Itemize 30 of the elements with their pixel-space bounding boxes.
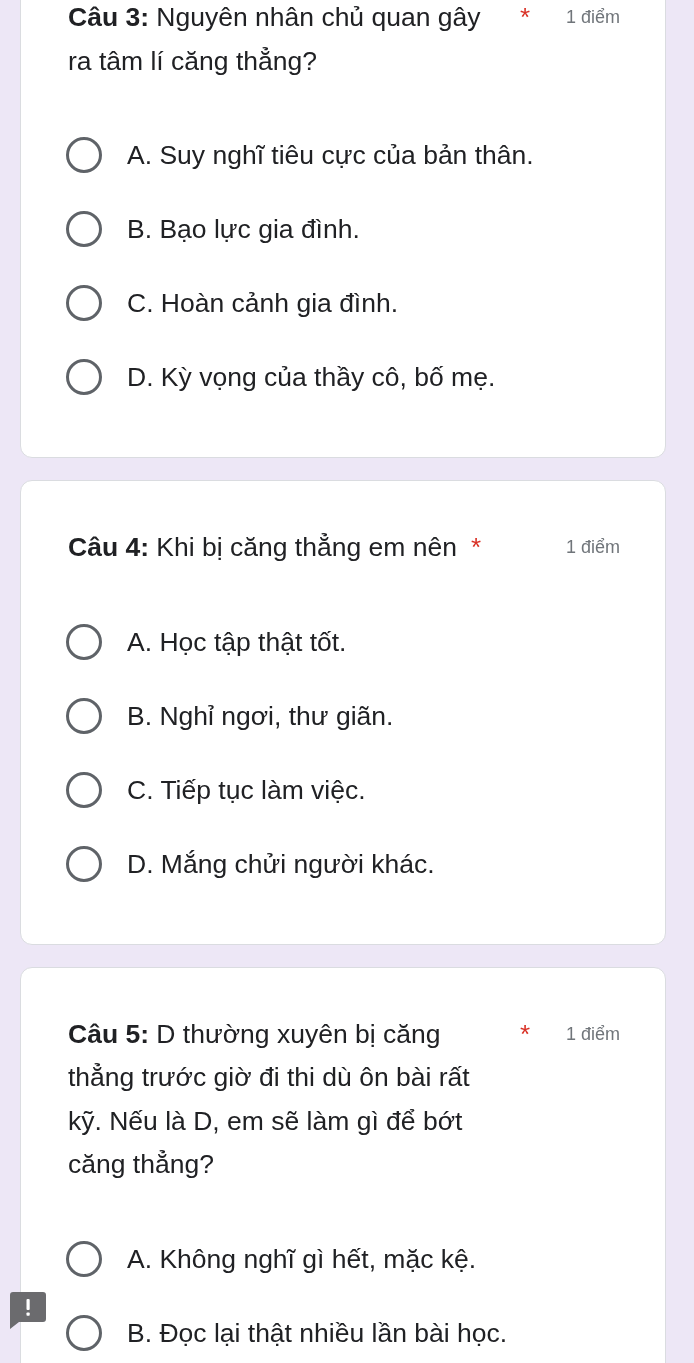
radio-button[interactable]	[66, 211, 102, 247]
required-asterisk: *	[520, 1, 531, 34]
radio-button[interactable]	[66, 697, 102, 734]
option-label[interactable]: A. Học tập thật tốt.	[127, 624, 347, 659]
radio-button[interactable]	[66, 771, 102, 808]
radio-button[interactable]	[66, 845, 102, 882]
option-label[interactable]: C. Hoàn cảnh gia đình.	[127, 286, 399, 320]
question-title: Câu 3: Nguyên nhân chủ quan gây ra tâm lí căng thẳng?	[68, 1, 482, 78]
required-asterisk: *	[470, 531, 482, 564]
points-label: 1 điểm	[564, 6, 620, 29]
option-label[interactable]: C. Tiếp tục làm việc.	[127, 772, 366, 807]
radio-button[interactable]	[66, 1314, 102, 1351]
points-label: 1 điểm	[564, 1022, 620, 1046]
option-label[interactable]: B. Bạo lực gia đình.	[127, 212, 360, 246]
question-title: Câu 5: D thường xuyên bị căng thẳng trước giờ đi thi dù ôn bài rất kỹ. Nếu là D, em sẽ làm gì để bớt căng thẳng?	[68, 1017, 471, 1181]
option-label[interactable]: B. Đọc lại thật nhiều lần bài học.	[127, 1315, 508, 1350]
option-label[interactable]: A. Suy nghĩ tiêu cực của bản thân.	[127, 138, 534, 172]
option-label[interactable]: D. Kỳ vọng của thầy cô, bố mẹ.	[127, 360, 496, 394]
radio-button[interactable]	[66, 1240, 102, 1277]
option-label[interactable]: D. Mắng chửi người khác.	[127, 846, 435, 881]
points-label: 1 điểm	[564, 536, 620, 559]
option-label[interactable]: B. Nghỉ ngơi, thư giãn.	[127, 698, 394, 733]
exclamation-bubble-icon[interactable]	[10, 1292, 46, 1329]
required-asterisk: *	[520, 1017, 531, 1051]
question-title: Câu 4: Khi bị căng thẳng em nên	[68, 531, 457, 564]
option-label[interactable]: A. Không nghĩ gì hết, mặc kệ.	[127, 1241, 477, 1276]
radio-button[interactable]	[66, 623, 102, 660]
radio-button[interactable]	[66, 285, 102, 321]
radio-button[interactable]	[66, 359, 102, 395]
radio-button[interactable]	[66, 137, 102, 173]
